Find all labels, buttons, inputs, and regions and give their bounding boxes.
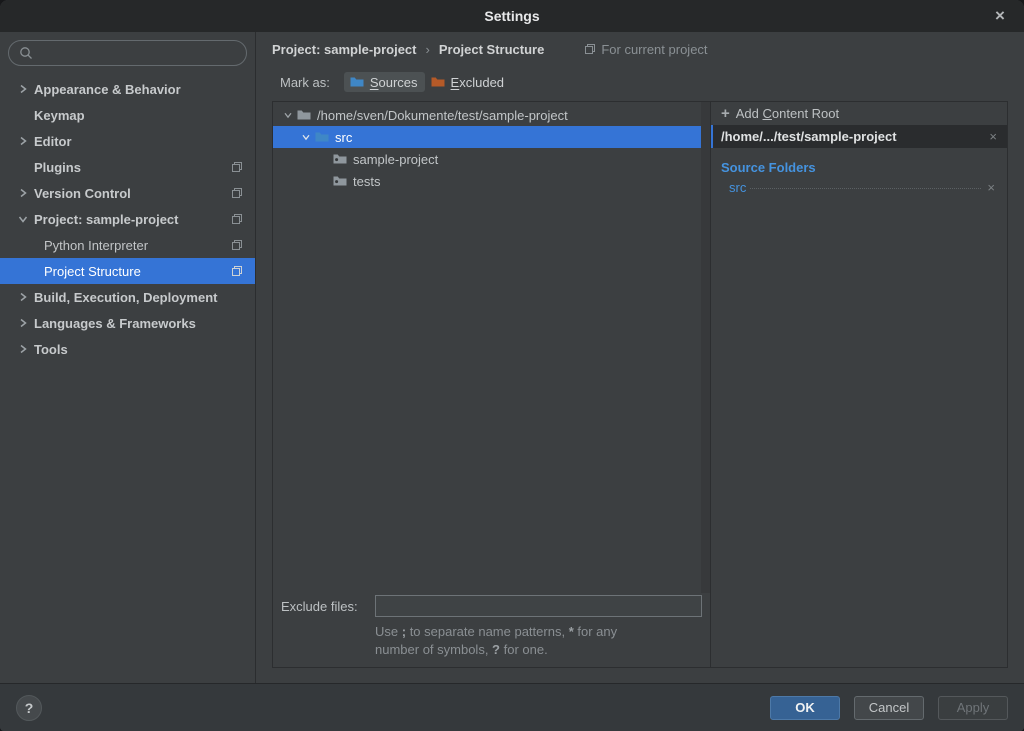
per-project-icon bbox=[231, 213, 243, 225]
folder-icon bbox=[332, 151, 348, 167]
chevron-right-icon[interactable] bbox=[16, 82, 34, 96]
content-root-path: /home/.../test/sample-project bbox=[721, 129, 987, 144]
exclude-files-section: Exclude files: Use ; to separate name pa… bbox=[273, 593, 710, 667]
per-project-icon bbox=[231, 161, 243, 173]
sidebar-item-project-structure[interactable]: Project Structure bbox=[0, 258, 255, 284]
plus-icon: + bbox=[721, 106, 730, 121]
chevron-right-icon[interactable] bbox=[16, 134, 34, 148]
mark-as-toolbar: Mark as: Sources Excluded bbox=[272, 66, 1008, 98]
tree-row-label: tests bbox=[353, 174, 380, 189]
sidebar-item-keymap[interactable]: Keymap bbox=[0, 102, 255, 128]
content-roots-pane: + Add Content Root /home/.../test/sample… bbox=[711, 102, 1007, 667]
remove-content-root-icon[interactable]: × bbox=[987, 129, 999, 144]
settings-nav: Appearance & Behavior Keymap Editor Plug… bbox=[0, 76, 255, 362]
folder-icon bbox=[296, 107, 312, 123]
cancel-button[interactable]: Cancel bbox=[854, 696, 924, 720]
sidebar-item-editor[interactable]: Editor bbox=[0, 128, 255, 154]
settings-dialog: Settings × Appearance & Behavior Keymap bbox=[0, 0, 1024, 731]
exclude-files-hint: Use ; to separate name patterns, * for a… bbox=[375, 623, 711, 659]
tree-scrollbar[interactable] bbox=[701, 102, 710, 593]
sidebar-item-label: Project Structure bbox=[44, 264, 141, 279]
chevron-right-icon[interactable] bbox=[16, 342, 34, 356]
mark-sources-button[interactable]: Sources bbox=[344, 72, 425, 92]
sidebar-item-label: Build, Execution, Deployment bbox=[34, 290, 217, 305]
page-title: Project Structure bbox=[439, 42, 544, 57]
source-folder-item-src[interactable]: src × bbox=[729, 180, 997, 195]
per-project-icon bbox=[231, 239, 243, 251]
help-button[interactable]: ? bbox=[16, 695, 42, 721]
tree-row-tests[interactable]: tests bbox=[273, 170, 710, 192]
sidebar-item-plugins[interactable]: Plugins bbox=[0, 154, 255, 180]
excluded-folder-icon bbox=[430, 74, 446, 90]
sidebar-item-label: Appearance & Behavior bbox=[34, 82, 181, 97]
dialog-footer: ? OK Cancel Apply bbox=[0, 683, 1024, 731]
sidebar-item-python-interpreter[interactable]: Python Interpreter bbox=[0, 232, 255, 258]
per-project-icon bbox=[584, 43, 596, 55]
tree-row-label: /home/sven/Dokumente/test/sample-project bbox=[317, 108, 568, 123]
sidebar-item-label: Editor bbox=[34, 134, 72, 149]
mark-excluded-button[interactable]: Excluded bbox=[425, 72, 511, 92]
sidebar-item-project-sample-project[interactable]: Project: sample-project bbox=[0, 206, 255, 232]
exclude-files-input[interactable] bbox=[375, 595, 702, 617]
tree-row-label: src bbox=[335, 130, 352, 145]
tree-row-src[interactable]: src bbox=[273, 126, 710, 148]
mark-as-label: Mark as: bbox=[280, 75, 330, 90]
breadcrumb-separator: › bbox=[426, 42, 430, 57]
tree-row-content-root[interactable]: /home/sven/Dokumente/test/sample-project bbox=[273, 104, 710, 126]
sidebar-item-languages-frameworks[interactable]: Languages & Frameworks bbox=[0, 310, 255, 336]
sources-folder-icon bbox=[349, 74, 365, 90]
dotted-leader bbox=[750, 188, 981, 189]
sidebar-item-label: Project: sample-project bbox=[34, 212, 179, 227]
close-icon[interactable]: × bbox=[986, 0, 1014, 32]
title-bar: Settings × bbox=[0, 0, 1024, 32]
sidebar-item-build-execution-deployment[interactable]: Build, Execution, Deployment bbox=[0, 284, 255, 310]
chevron-down-icon[interactable] bbox=[298, 131, 314, 143]
add-content-root-button[interactable]: + Add Content Root bbox=[711, 102, 1007, 125]
sidebar-item-label: Keymap bbox=[34, 108, 85, 123]
search-input[interactable] bbox=[8, 40, 247, 66]
sidebar-item-label: Tools bbox=[34, 342, 68, 357]
source-folder-icon bbox=[314, 129, 330, 145]
per-project-icon bbox=[231, 187, 243, 199]
sidebar-item-label: Version Control bbox=[34, 186, 131, 201]
chevron-down-icon[interactable] bbox=[280, 109, 296, 121]
folder-icon bbox=[332, 173, 348, 189]
dialog-title: Settings bbox=[484, 8, 539, 24]
tree-row-label: sample-project bbox=[353, 152, 438, 167]
content-root-row[interactable]: /home/.../test/sample-project × bbox=[711, 125, 1007, 148]
breadcrumb: Project: sample-project › Project Struct… bbox=[272, 32, 1008, 66]
remove-source-folder-icon[interactable]: × bbox=[985, 180, 997, 195]
chevron-right-icon[interactable] bbox=[16, 290, 34, 304]
tree-row-sample-project[interactable]: sample-project bbox=[273, 148, 710, 170]
main-content: Project: sample-project › Project Struct… bbox=[256, 32, 1024, 683]
per-project-icon bbox=[231, 265, 243, 277]
settings-sidebar: Appearance & Behavior Keymap Editor Plug… bbox=[0, 32, 256, 683]
scope-note-label: For current project bbox=[601, 42, 707, 57]
search-icon bbox=[19, 46, 33, 60]
sidebar-item-label: Plugins bbox=[34, 160, 81, 175]
sidebar-item-version-control[interactable]: Version Control bbox=[0, 180, 255, 206]
exclude-files-label: Exclude files: bbox=[281, 599, 375, 614]
ok-button[interactable]: OK bbox=[770, 696, 840, 720]
chevron-right-icon[interactable] bbox=[16, 186, 34, 200]
directory-tree-pane: /home/sven/Dokumente/test/sample-project… bbox=[273, 102, 711, 667]
source-folder-name: src bbox=[729, 180, 746, 195]
sidebar-item-label: Python Interpreter bbox=[44, 238, 148, 253]
sidebar-item-appearance-behavior[interactable]: Appearance & Behavior bbox=[0, 76, 255, 102]
apply-button[interactable]: Apply bbox=[938, 696, 1008, 720]
chevron-right-icon[interactable] bbox=[16, 316, 34, 330]
directory-tree: /home/sven/Dokumente/test/sample-project… bbox=[273, 102, 710, 593]
scope-note: For current project bbox=[584, 42, 707, 57]
chevron-down-icon[interactable] bbox=[16, 212, 34, 226]
source-folders-title: Source Folders bbox=[711, 148, 1007, 175]
structure-panels: /home/sven/Dokumente/test/sample-project… bbox=[272, 101, 1008, 668]
sidebar-item-tools[interactable]: Tools bbox=[0, 336, 255, 362]
breadcrumb-project[interactable]: Project: sample-project bbox=[272, 42, 417, 57]
sidebar-item-label: Languages & Frameworks bbox=[34, 316, 196, 331]
